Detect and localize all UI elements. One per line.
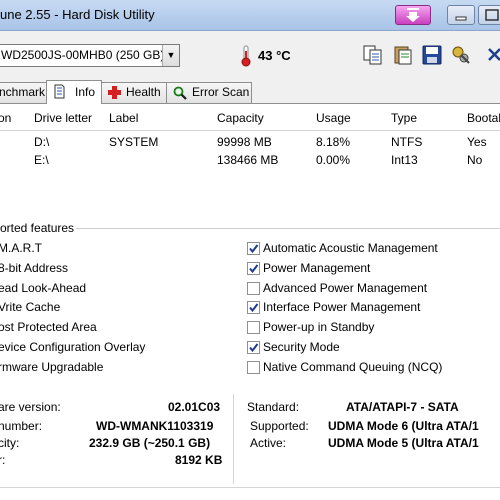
- clipboard-icon: [394, 46, 412, 65]
- toolbar: WD2500JS-00MHB0 (250 GB) ▼ 43 °C: [0, 31, 500, 79]
- feature-checkbox[interactable]: [247, 242, 260, 255]
- column-header[interactable]: Capacity: [217, 111, 264, 125]
- feature-read-look-ahead: ead Look-Ahead: [0, 281, 87, 295]
- info-panel: on Drive letter Label Capacity Usage Typ…: [0, 104, 500, 500]
- cell-capacity: 138466 MB: [217, 153, 279, 167]
- copy-icon: [363, 45, 382, 65]
- feature-checkbox[interactable]: [247, 282, 260, 295]
- health-cross-icon: [108, 86, 121, 99]
- feature-checkbox[interactable]: [247, 262, 260, 275]
- feature-label: Automatic Acoustic Management: [263, 241, 438, 255]
- copy-text-button[interactable]: [391, 43, 415, 67]
- feature-label: Power-up in Standby: [263, 320, 375, 334]
- info-icon: [54, 84, 65, 99]
- column-header[interactable]: Usage: [316, 111, 351, 125]
- tab-label: Health: [126, 85, 161, 99]
- feature-label: Power Management: [263, 261, 371, 275]
- cell-drive: E:\: [34, 153, 49, 167]
- firmware-value: 02.01C03: [168, 400, 221, 414]
- tab-health[interactable]: Health: [101, 82, 167, 103]
- tab-label: Error Scan: [192, 85, 250, 99]
- column-header[interactable]: Type: [391, 111, 417, 125]
- buffer-value: 8192 KB: [175, 453, 223, 467]
- serial-label: number:: [0, 419, 43, 433]
- maximize-button[interactable]: [478, 5, 500, 25]
- tab-label: nchmark: [0, 85, 46, 99]
- tab-error-scan[interactable]: Error Scan: [166, 82, 252, 103]
- active-value: UDMA Mode 5 (Ultra ATA/1: [328, 436, 479, 450]
- feature-label: Advanced Power Management: [263, 281, 428, 295]
- capacity-label: city:: [0, 436, 20, 450]
- column-header[interactable]: on: [0, 111, 11, 125]
- close-icon: [488, 48, 500, 61]
- download-icon: [406, 8, 420, 22]
- copy-info-button[interactable]: [361, 43, 385, 67]
- column-header[interactable]: Label: [109, 111, 138, 125]
- feature-label: Native Command Queuing (NCQ): [263, 360, 443, 374]
- feature-checkbox[interactable]: [247, 341, 260, 354]
- minimize-button[interactable]: [447, 5, 475, 25]
- maximize-icon: [485, 9, 499, 21]
- title-bar: une 2.55 - Hard Disk Utility: [0, 0, 500, 31]
- column-header[interactable]: Bootab: [467, 111, 500, 125]
- wrench-icon: [452, 46, 470, 64]
- exit-button[interactable]: [484, 43, 500, 67]
- tab-benchmark[interactable]: nchmark: [0, 82, 47, 103]
- feature-firmware-upgradable: rmware Upgradable: [0, 360, 104, 374]
- cell-usage: 0.00%: [316, 153, 351, 167]
- header-divider: [0, 130, 500, 131]
- supported-value: UDMA Mode 6 (Ultra ATA/1: [328, 419, 479, 433]
- chevron-down-icon[interactable]: ▼: [162, 45, 179, 66]
- details-divider: [0, 487, 500, 488]
- tab-label: Info: [75, 85, 96, 99]
- capacity-value: 232.9 GB (~250.1 GB): [89, 436, 211, 450]
- checkmark-icon: [249, 303, 259, 313]
- disk-select[interactable]: WD2500JS-00MHB0 (250 GB) ▼: [0, 44, 180, 67]
- firmware-label: are version:: [0, 400, 61, 414]
- cell-type: Int13: [391, 153, 418, 167]
- details-column-divider: [233, 394, 234, 484]
- window-title: une 2.55 - Hard Disk Utility: [0, 7, 155, 22]
- checkmark-icon: [249, 264, 259, 274]
- feature-host-protected-area: ost Protected Area: [0, 320, 97, 334]
- cell-bootable: No: [467, 153, 483, 167]
- supported-label: Supported:: [250, 419, 309, 433]
- thermometer-icon: [241, 45, 251, 67]
- feature-48bit-address: 8-bit Address: [0, 261, 69, 275]
- buffer-label: r:: [0, 453, 6, 467]
- floppy-disk-icon: [422, 45, 442, 65]
- magnifier-icon: [173, 86, 187, 100]
- disk-select-value: WD2500JS-00MHB0 (250 GB): [1, 48, 165, 62]
- download-button[interactable]: [395, 5, 431, 25]
- checkmark-icon: [249, 244, 259, 254]
- serial-value: WD-WMANK1103319: [96, 419, 214, 433]
- cell-bootable: Yes: [467, 135, 487, 149]
- options-button[interactable]: [449, 43, 473, 67]
- standard-label: Standard:: [247, 400, 300, 414]
- features-group-title: orted features: [0, 221, 77, 235]
- tab-info[interactable]: Info: [46, 80, 102, 104]
- standard-value: ATA/ATAPI-7 - SATA: [346, 400, 459, 414]
- feature-checkbox[interactable]: [247, 321, 260, 334]
- feature-write-cache: Vrite Cache: [0, 300, 61, 314]
- feature-label: Security Mode: [263, 340, 340, 354]
- cell-label: SYSTEM: [109, 135, 159, 149]
- checkmark-icon: [249, 343, 259, 353]
- cell-drive: D:\: [34, 135, 50, 149]
- feature-device-configuration-overlay: evice Configuration Overlay: [0, 340, 146, 354]
- feature-label: Interface Power Management: [263, 300, 421, 314]
- feature-checkbox[interactable]: [247, 361, 260, 374]
- active-label: Active:: [250, 436, 287, 450]
- cell-usage: 8.18%: [316, 135, 351, 149]
- minimize-icon: [455, 16, 467, 21]
- save-button[interactable]: [420, 43, 444, 67]
- cell-type: NTFS: [391, 135, 423, 149]
- feature-checkbox[interactable]: [247, 301, 260, 314]
- column-header[interactable]: Drive letter: [34, 111, 92, 125]
- cell-capacity: 99998 MB: [217, 135, 272, 149]
- feature-smart: M.A.R.T: [0, 241, 42, 255]
- tab-bar: nchmark Info Health Error Scan: [0, 80, 500, 104]
- temperature-value: 43 °C: [258, 48, 291, 63]
